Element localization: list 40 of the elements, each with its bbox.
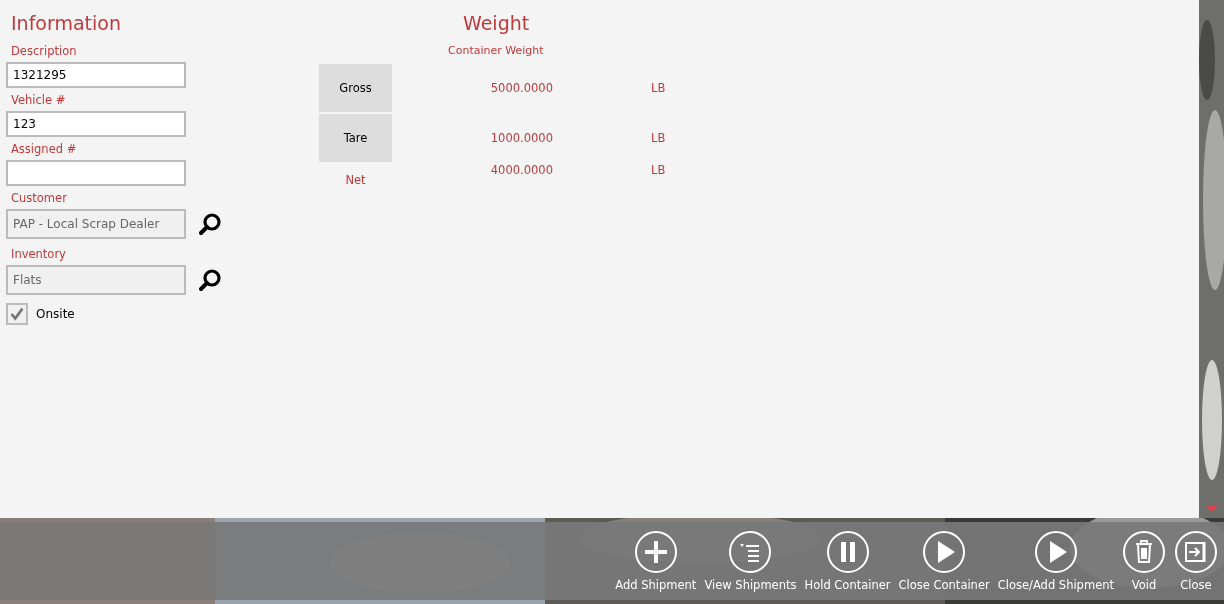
field-label: Description (11, 44, 78, 58)
section-title: Information (11, 12, 122, 34)
input-field[interactable] (6, 160, 186, 186)
checkbox[interactable] (6, 303, 28, 325)
app-bar-button[interactable]: Void (1118, 522, 1170, 592)
checkbox-label: Onsite (36, 307, 75, 321)
weight-value: 1000.0000 (489, 131, 553, 145)
input-field[interactable]: 123 (6, 111, 186, 137)
input-field[interactable]: PAP - Local Scrap Dealer (6, 209, 186, 239)
app-bar-button[interactable]: View Shipments (700, 522, 801, 592)
field-label: Inventory (11, 247, 67, 261)
weight-value: 5000.0000 (489, 81, 553, 95)
weight-button[interactable]: Gross (319, 64, 392, 112)
weight-label: Net (345, 173, 366, 187)
weight-value: 4000.0000 (489, 163, 553, 177)
unit-label: LB (651, 81, 666, 95)
input-field[interactable]: 1321295 (6, 62, 186, 88)
exit-icon (1174, 530, 1218, 574)
unit-label: LB (651, 163, 666, 177)
app-bar-button[interactable]: Close (1170, 522, 1222, 592)
app-bar-button[interactable]: Add Shipment (611, 522, 701, 592)
field-label: Assigned # (11, 142, 78, 156)
field-label: Vehicle # (11, 93, 67, 107)
field-label: Customer (11, 191, 68, 205)
play-icon (1033, 530, 1078, 574)
weight-button[interactable]: Tare (319, 114, 392, 162)
input-field[interactable]: Flats (6, 265, 186, 295)
search-icon[interactable] (198, 268, 222, 292)
subtitle: Container Weight (448, 44, 545, 57)
trash-icon (1122, 530, 1166, 574)
pause-icon (825, 530, 870, 574)
unit-label: LB (651, 131, 666, 145)
app-bar-button[interactable]: Close/Add Shipment (993, 522, 1118, 592)
app-bar-button[interactable]: Close Container (894, 522, 994, 592)
section-title: Weight (463, 12, 531, 34)
play-icon (922, 530, 967, 574)
plus-icon (633, 530, 678, 574)
search-icon[interactable] (198, 212, 222, 236)
list-icon (728, 530, 773, 574)
app-bar-button[interactable]: Hold Container (800, 522, 895, 592)
